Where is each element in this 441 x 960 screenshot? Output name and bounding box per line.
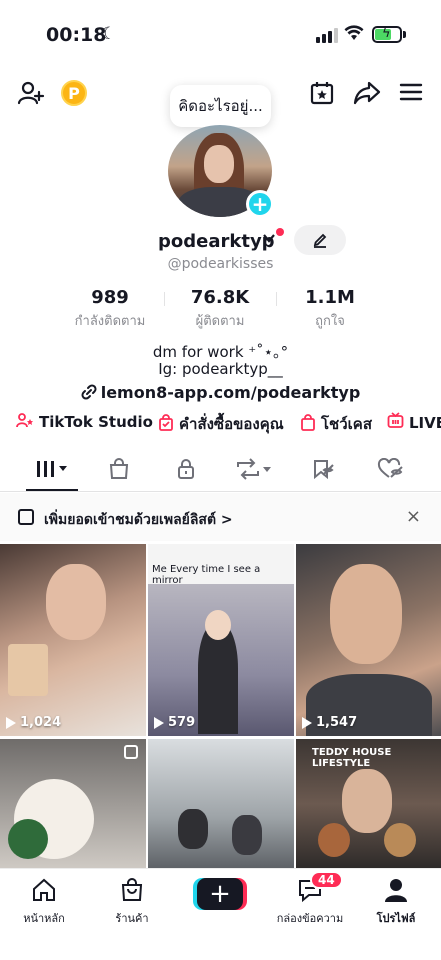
videos-grid-icon (35, 459, 69, 483)
bio-line: dm for work ⁺˚⋆｡° (152, 343, 289, 361)
add-friend-icon[interactable] (16, 78, 46, 108)
shop-bag-icon (108, 458, 130, 484)
carousel-icon (124, 745, 138, 759)
shortcut-showcase[interactable]: โชว์เคส (300, 412, 372, 436)
edit-profile-button[interactable] (294, 225, 346, 255)
video-thumbnail[interactable] (0, 739, 146, 869)
notification-dot (276, 228, 284, 236)
moon-icon: ☾ (101, 24, 117, 44)
cellular-signal-icon (316, 28, 338, 43)
inbox-badge: 44 (310, 871, 343, 889)
profile-handle: @podearkisses (167, 256, 274, 272)
shortcut-orders[interactable]: คำสั่งซื้อของคุณ (158, 412, 284, 436)
profile-link[interactable]: lemon8-app.com/podearktyp (0, 383, 441, 404)
profile-stats: 989 กำลังติดตาม 76.8K ผู้ติดตาม 1.1M ถูก… (0, 287, 441, 329)
shortcut-live[interactable]: LIVE (387, 412, 441, 433)
stat-divider (164, 292, 165, 306)
video-thumbnail[interactable] (148, 739, 294, 869)
stat-following[interactable]: 989 กำลังติดตาม (55, 287, 165, 331)
note-bubble[interactable]: คิดอะไรอยู่... (170, 85, 271, 127)
shop-bag-icon (121, 878, 143, 901)
wifi-icon (344, 25, 364, 40)
playlist-icon (18, 509, 34, 525)
home-icon (33, 878, 55, 901)
add-story-plus-icon[interactable]: + (246, 190, 274, 218)
lock-icon (176, 458, 196, 484)
calendar-star-icon[interactable] (308, 79, 336, 107)
banner-text[interactable]: เพิ่มยอดเข้าชมด้วยเพลย์ลิสต์ > (44, 509, 233, 531)
bottom-nav: หน้าหลัก ร้านค้า + กล่องข้อความ 44 โปรไฟ… (0, 868, 441, 960)
favorites-hidden-icon (310, 458, 334, 484)
tab-private[interactable] (161, 456, 211, 486)
video-thumbnail[interactable]: 1,024 (0, 544, 146, 736)
stat-likes[interactable]: 1.1M ถูกใจ (275, 287, 385, 331)
profile-icon (385, 879, 407, 902)
video-thumbnail[interactable]: TEDDY HOUSE LIFESTYLE (296, 739, 441, 869)
order-bag-icon (158, 413, 174, 435)
tab-reposts[interactable] (228, 456, 278, 486)
tab-liked[interactable] (365, 456, 415, 486)
tab-videos[interactable] (27, 456, 77, 486)
bio-line: Ig: podearktyp__ (158, 360, 283, 378)
close-icon[interactable]: × (406, 506, 421, 527)
profile-username[interactable]: podearktyp (158, 231, 275, 252)
video-caption: Me Every time I see a mirror (152, 564, 261, 586)
tiktok-studio-icon (16, 412, 34, 432)
status-bar: 00:18 ☾ ϟ (0, 0, 441, 70)
create-button[interactable]: + (197, 878, 243, 910)
battery-icon: ϟ (372, 26, 402, 43)
showcase-bag-icon (300, 413, 316, 435)
tab-favorites[interactable] (297, 456, 347, 486)
nav-home[interactable]: หน้าหลัก (4, 877, 84, 927)
live-tv-icon (387, 412, 404, 433)
status-time: 00:18 (46, 24, 107, 46)
repost-icon (234, 458, 272, 484)
points-coin-icon[interactable]: P (61, 80, 87, 106)
stat-followers[interactable]: 76.8K ผู้ติดตาม (165, 287, 275, 331)
share-icon[interactable] (353, 79, 381, 107)
video-caption: TEDDY HOUSE LIFESTYLE (312, 747, 392, 769)
menu-icon[interactable] (398, 80, 424, 104)
liked-hidden-icon (377, 457, 403, 484)
video-thumbnail[interactable]: 1,547 (296, 544, 441, 736)
shortcut-tiktok-studio[interactable]: TikTok Studio (16, 412, 153, 432)
tab-shop[interactable] (94, 456, 144, 486)
tab-indicator (26, 489, 78, 491)
pencil-icon (313, 233, 327, 248)
video-thumbnail[interactable]: Me Every time I see a mirror 579 (148, 544, 294, 736)
link-icon (81, 383, 97, 404)
nav-shop[interactable]: ร้านค้า (92, 877, 172, 927)
playlist-banner[interactable]: เพิ่มยอดเข้าชมด้วยเพลย์ลิสต์ > × (0, 493, 441, 541)
profile-tabs (0, 450, 441, 492)
nav-profile[interactable]: โปรไฟล์ (356, 877, 436, 927)
chevron-down-icon[interactable] (262, 232, 276, 248)
stat-divider (276, 292, 277, 306)
